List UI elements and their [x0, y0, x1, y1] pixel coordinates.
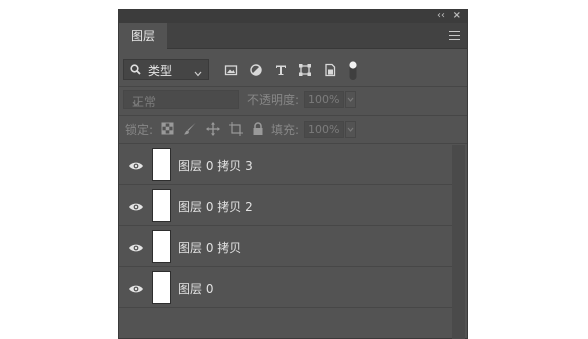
adjustment-filter-icon[interactable] [249, 63, 263, 77]
fill-label: 填充: [271, 123, 300, 137]
filter-toggle-icon[interactable] [348, 60, 358, 82]
layers-list: 图层 0 拷贝 3 图层 0 拷贝 2 图层 0 拷贝 图层 0 [119, 145, 452, 310]
visibility-eye-icon[interactable] [128, 201, 144, 211]
close-panel-icon[interactable]: × [453, 11, 461, 21]
layer-row[interactable]: 图层 0 拷贝 3 [119, 145, 452, 185]
fill-field[interactable]: 100% [304, 121, 344, 138]
visibility-eye-icon[interactable] [128, 160, 144, 170]
visibility-eye-icon[interactable] [128, 242, 144, 252]
layer-thumbnail [152, 189, 171, 222]
divider [119, 86, 467, 87]
layer-name: 图层 0 拷贝 2 [178, 200, 253, 214]
tab-layers[interactable]: 图层 [119, 23, 167, 49]
lock-label: 锁定: [125, 123, 154, 137]
layer-name: 图层 0 拷贝 3 [178, 159, 253, 173]
layers-scrollbar[interactable] [452, 145, 465, 339]
layer-thumbnail [152, 148, 171, 181]
layers-panel: ‹‹ × 图层 类型 正常 不透明度: 100% 锁定: 填充: 100% 图层… [118, 9, 468, 339]
layer-row[interactable]: 图层 0 [119, 268, 452, 308]
layer-thumbnail [152, 271, 171, 304]
opacity-slider-toggle[interactable] [345, 91, 356, 108]
visibility-eye-icon[interactable] [128, 283, 144, 293]
chevron-down-icon [194, 66, 202, 80]
opacity-label: 不透明度: [247, 93, 300, 107]
lock-position-icon[interactable] [206, 122, 220, 139]
filter-type-select[interactable]: 类型 [123, 59, 209, 80]
filter-type-label: 类型 [148, 64, 173, 78]
smart-object-filter-icon[interactable] [323, 63, 337, 77]
shape-filter-icon[interactable] [298, 63, 312, 77]
layer-row[interactable]: 图层 0 拷贝 2 [119, 186, 452, 226]
chevron-down-icon [132, 96, 234, 110]
divider [119, 115, 467, 116]
search-icon [130, 64, 141, 78]
layer-filter-row: 类型 [119, 58, 467, 86]
panel-title-bar: ‹‹ × [119, 10, 467, 23]
lock-image-pixels-icon[interactable] [183, 122, 197, 139]
layer-row[interactable]: 图层 0 拷贝 [119, 227, 452, 267]
blend-row: 正常 不透明度: 100% [119, 90, 467, 112]
collapse-panel-icon[interactable]: ‹‹ [437, 11, 445, 21]
panel-tab-bar: 图层 [119, 23, 467, 49]
opacity-field[interactable]: 100% [304, 91, 344, 108]
blend-mode-select[interactable]: 正常 [123, 90, 239, 109]
lock-all-icon[interactable] [252, 122, 264, 139]
image-filter-icon[interactable] [224, 63, 238, 77]
layer-thumbnail [152, 230, 171, 263]
lock-row: 锁定: 填充: 100% [119, 120, 467, 142]
layer-name: 图层 0 [178, 282, 214, 296]
artboard-nesting-icon[interactable] [229, 122, 243, 139]
type-filter-icon[interactable] [274, 63, 288, 77]
fill-slider-toggle[interactable] [345, 121, 356, 138]
lock-transparent-pixels-icon[interactable] [161, 122, 174, 138]
hamburger-menu-icon[interactable] [449, 31, 460, 40]
divider [119, 143, 467, 144]
layer-name: 图层 0 拷贝 [178, 241, 242, 255]
